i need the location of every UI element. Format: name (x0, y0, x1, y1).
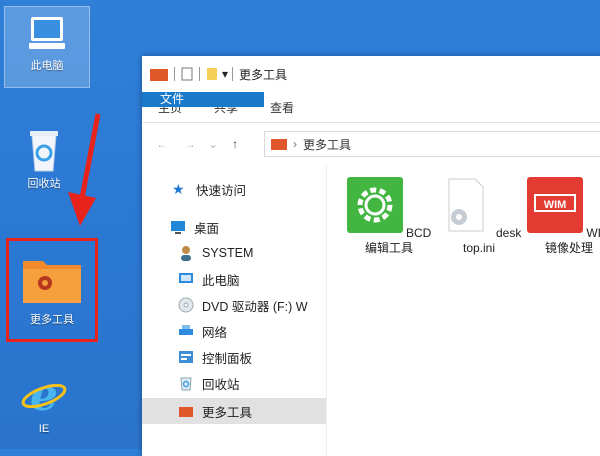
desktop-label-more-tools: 更多工具 (30, 314, 74, 326)
computer-icon (179, 273, 193, 283)
star-icon: ★ (172, 181, 185, 197)
file-item-desktop-ini[interactable]: desktop.ini (436, 177, 522, 256)
recycle-bin-icon (180, 377, 192, 391)
nav-control-panel[interactable]: 控制面板 (142, 344, 326, 370)
file-item-wim[interactable]: WIM WIM镜像处理 (526, 177, 600, 256)
nav-label: 网络 (202, 325, 228, 340)
quick-access-dropdown-icon[interactable]: ▾ (222, 67, 228, 81)
svg-text:e: e (30, 370, 58, 420)
desktop-icon-ie[interactable]: e IE (4, 368, 84, 436)
ribbon-tabs: 文件 主页 共享 查看 (142, 92, 600, 123)
nav-label: 控制面板 (202, 351, 253, 366)
nav-this-pc[interactable]: 此电脑 (142, 266, 326, 292)
forward-arrow-icon[interactable]: → (184, 137, 196, 151)
title-bar: ▾ 更多工具 (142, 56, 600, 92)
red-arrow-icon (68, 113, 101, 226)
back-arrow-icon[interactable]: ← (156, 137, 168, 151)
folder-icon (179, 407, 193, 417)
nav-label: DVD 驱动器 (F:) W (202, 299, 308, 314)
desktop-label-this-pc: 此电脑 (30, 60, 64, 72)
nav-label: 快速访问 (196, 183, 247, 198)
dvd-icon (178, 297, 194, 313)
up-arrow-icon[interactable]: ↑ (232, 137, 238, 151)
desktop-icon-this-pc[interactable]: 此电脑 (4, 6, 90, 88)
user-icon (181, 246, 191, 261)
file-list: BCD编辑工具 desktop.ini WIM WIM镜像处理 (342, 171, 600, 456)
network-icon (179, 325, 193, 335)
nav-label: 回收站 (202, 377, 240, 392)
computer-icon (29, 17, 65, 49)
recycle-bin-icon (30, 131, 58, 172)
window-title: 更多工具 (239, 67, 288, 82)
ie-icon: e (21, 370, 67, 421)
nav-dvd-drive[interactable]: DVD 驱动器 (F:) W (142, 292, 326, 318)
nav-label: 桌面 (194, 221, 220, 236)
settings-file-icon (448, 178, 484, 232)
recent-dropdown-icon[interactable]: ⌄ (208, 137, 218, 151)
nav-label: 更多工具 (202, 405, 253, 420)
control-panel-icon (179, 351, 193, 363)
nav-more-tools[interactable]: 更多工具 (142, 398, 326, 424)
new-folder-icon[interactable] (206, 67, 218, 81)
address-row: ← → ⌄ ↑ › 更多工具 (142, 126, 600, 162)
breadcrumb-current[interactable]: 更多工具 (303, 136, 351, 153)
nav-network[interactable]: 网络 (142, 318, 326, 344)
gear-icon (346, 177, 403, 233)
nav-system[interactable]: SYSTEM (142, 240, 326, 266)
breadcrumb-chevron-icon: › (293, 137, 297, 151)
nav-quick-access[interactable]: ★ 快速访问 (142, 176, 326, 202)
desktop-icon-more-tools[interactable]: 更多工具 (6, 238, 98, 342)
explorer-window: ▾ 更多工具 文件 主页 共享 查看 ← → ⌄ ↑ › 更多工具 ★ 快速访问… (142, 56, 600, 456)
nav-label: SYSTEM (202, 246, 254, 260)
nav-desktop[interactable]: 桌面 (142, 214, 326, 240)
folder-icon (271, 139, 287, 150)
desktop-label-ie: IE (38, 423, 50, 435)
nav-recycle-bin[interactable]: 回收站 (142, 370, 326, 396)
address-bar[interactable]: › 更多工具 (264, 131, 600, 157)
wim-badge-text: WIM (544, 199, 567, 211)
desktop-icon (171, 221, 185, 234)
file-item-bcd[interactable]: BCD编辑工具 (346, 177, 432, 256)
folder-icon (150, 69, 168, 81)
properties-icon[interactable] (181, 67, 193, 81)
tools-folder-icon (23, 261, 81, 303)
navigation-pane: ★ 快速访问 桌面 SYSTEM 此电脑 DVD 驱动器 (F:) W 网络 控… (142, 166, 327, 456)
tab-file[interactable]: 文件 (142, 92, 264, 107)
wim-icon: WIM (527, 177, 583, 233)
nav-label: 此电脑 (202, 273, 240, 288)
